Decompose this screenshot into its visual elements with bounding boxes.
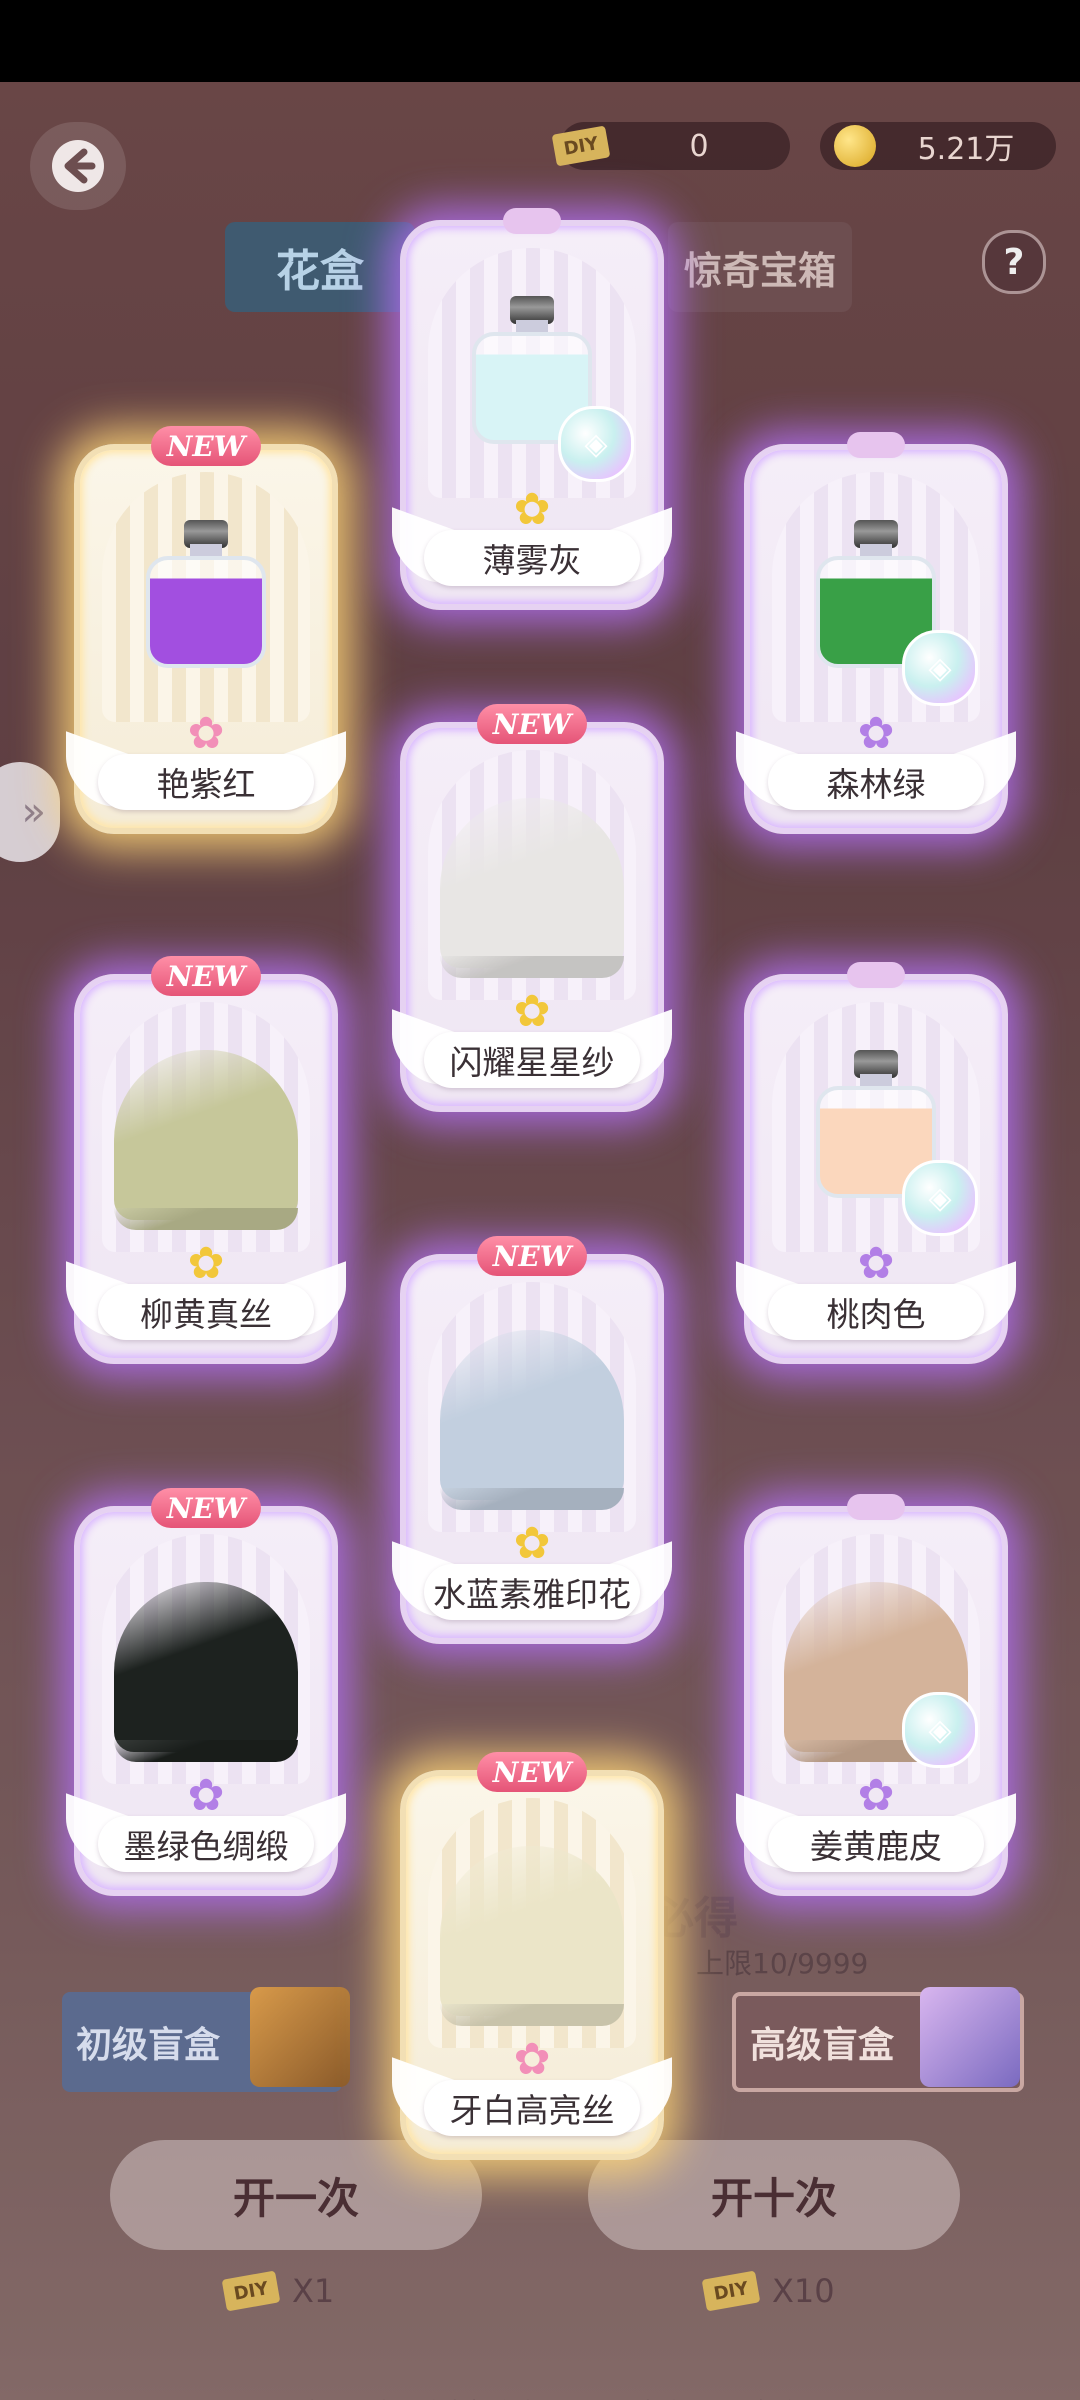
dye-bubble-icon: ◈ [902, 1692, 978, 1768]
cost-once-value: X1 [292, 2272, 335, 2310]
fabric-icon [440, 798, 624, 968]
reward-card[interactable]: NEW ✿ 闪耀星星纱 [392, 704, 672, 1112]
rarity-flower-icon: ✿ [513, 986, 551, 1037]
status-bar [0, 0, 1080, 82]
dye-bubble-icon: ◈ [902, 630, 978, 706]
diy-currency: DIY 0 [551, 122, 790, 170]
cost-ten: DIY X10 [701, 2270, 835, 2312]
diy-ticket-icon: DIY [221, 2270, 281, 2312]
bow-decoration [847, 962, 905, 988]
card-label: 桃肉色 [768, 1284, 984, 1340]
card-label: 牙白高亮丝 [424, 2080, 640, 2136]
card-label: 森林绿 [768, 754, 984, 810]
cost-ten-value: X10 [772, 2272, 835, 2310]
card-label: 姜黄鹿皮 [768, 1816, 984, 1872]
fabric-icon [114, 1582, 298, 1752]
card-label: 薄雾灰 [424, 530, 640, 586]
rarity-flower-icon: ✿ [187, 1238, 225, 1289]
tab-flower-box[interactable]: 花盒 [225, 222, 415, 312]
dye-bubble-icon: ◈ [902, 1160, 978, 1236]
rarity-flower-icon: ✿ [187, 708, 225, 759]
coin-currency: 5.21万 [820, 122, 1056, 170]
rarity-flower-icon: ✿ [857, 708, 895, 759]
cost-once: DIY X1 [221, 2270, 335, 2312]
fabric-icon [440, 1330, 624, 1500]
back-button[interactable] [30, 122, 126, 210]
reward-card[interactable]: NEW ✿ 艳紫红 [66, 426, 346, 834]
side-expand-button[interactable]: » [0, 762, 60, 862]
coin-count: 5.21万 [917, 132, 1015, 167]
card-label: 闪耀星星纱 [424, 1032, 640, 1088]
card-label: 水蓝素雅印花 [424, 1564, 640, 1620]
rarity-flower-icon: ✿ [513, 484, 551, 535]
reward-card[interactable]: ✿ ◈ 薄雾灰 [392, 208, 672, 610]
rarity-flower-icon: ✿ [513, 2034, 551, 2085]
diy-count: 0 [689, 128, 709, 164]
card-label: 艳紫红 [98, 754, 314, 810]
new-badge: NEW [477, 1752, 587, 1792]
reward-card[interactable]: NEW ✿ 柳黄真丝 [66, 956, 346, 1364]
reward-card[interactable]: ✿ ◈ 森林绿 [736, 432, 1016, 834]
open-ten-button[interactable]: 开十次 [588, 2140, 960, 2250]
new-badge: NEW [151, 1488, 261, 1528]
basic-chest-icon [250, 1987, 350, 2087]
bow-decoration [503, 208, 561, 234]
reward-card[interactable]: NEW ✿ 墨绿色绸缎 [66, 1488, 346, 1896]
help-icon[interactable]: ? [982, 230, 1046, 294]
reward-card[interactable]: ✿ ◈ 桃肉色 [736, 962, 1016, 1364]
new-badge: NEW [477, 1236, 587, 1276]
reward-card[interactable]: ✿ ◈ 姜黄鹿皮 [736, 1494, 1016, 1896]
card-label: 柳黄真丝 [98, 1284, 314, 1340]
fabric-icon [114, 1050, 298, 1220]
disclaimer-text: 上方展示商品均为机会商品，不代表购买即可拥有 [0, 2392, 1080, 2400]
bow-decoration [847, 1494, 905, 1520]
rarity-flower-icon: ✿ [857, 1238, 895, 1289]
rarity-flower-icon: ✿ [187, 1770, 225, 1821]
new-badge: NEW [151, 426, 261, 466]
fabric-icon [440, 1846, 624, 2016]
dye-bubble-icon: ◈ [558, 406, 634, 482]
blind-box-screen: DIY 0 5.21万 花盒 惊奇宝箱 ? » 必得 上限10/9999 初级盲… [0, 82, 1080, 2400]
coin-icon [834, 125, 876, 167]
tab-surprise-box[interactable]: 惊奇宝箱 [668, 222, 852, 312]
rarity-flower-icon: ✿ [857, 1770, 895, 1821]
limit-counter: 上限10/9999 [696, 1947, 869, 1980]
card-label: 墨绿色绸缎 [98, 1816, 314, 1872]
new-badge: NEW [477, 704, 587, 744]
diy-ticket-icon: DIY [701, 2270, 761, 2312]
reward-card[interactable]: NEW ✿ 牙白高亮丝 [392, 1752, 672, 2160]
back-arrow-icon [52, 140, 104, 192]
bow-decoration [847, 432, 905, 458]
advanced-chest-icon [920, 1987, 1020, 2087]
new-badge: NEW [151, 956, 261, 996]
reward-card[interactable]: NEW ✿ 水蓝素雅印花 [392, 1236, 672, 1644]
dye-bottle-icon [146, 520, 266, 670]
rarity-flower-icon: ✿ [513, 1518, 551, 1569]
